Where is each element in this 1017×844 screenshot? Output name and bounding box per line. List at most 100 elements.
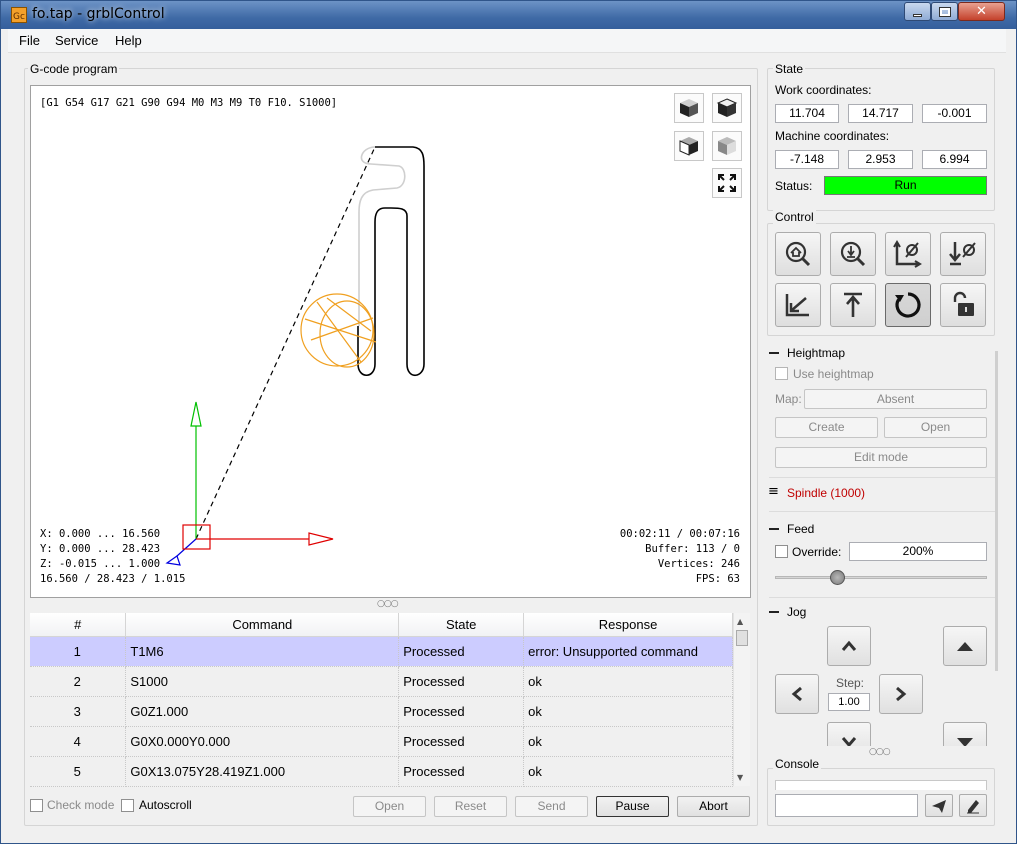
maximize-button[interactable] bbox=[931, 2, 958, 21]
row-command[interactable]: S1000 bbox=[125, 666, 400, 697]
feed-title[interactable]: Feed bbox=[787, 522, 814, 536]
scroll-up-icon[interactable]: ▲ bbox=[737, 617, 743, 626]
console-send-button[interactable] bbox=[925, 794, 953, 817]
console-input[interactable] bbox=[775, 794, 918, 817]
jog-x-plus-button[interactable] bbox=[879, 674, 923, 714]
row-num: 2 bbox=[30, 666, 127, 697]
zero-z-icon bbox=[949, 242, 976, 266]
table-row[interactable]: 3 G0Z1.000 Processed ok bbox=[30, 696, 733, 727]
jog-y-minus-button[interactable] bbox=[827, 722, 871, 746]
unlock-button[interactable] bbox=[940, 283, 986, 327]
row-num: 1 bbox=[30, 636, 127, 667]
open-button[interactable]: Open bbox=[353, 796, 426, 817]
reset-icon bbox=[895, 292, 921, 318]
splitter-handle[interactable]: ○○○ bbox=[377, 599, 399, 609]
table-row[interactable]: 5 G0X13.075Y28.419Z1.000 Processed ok bbox=[30, 756, 733, 787]
probe-z-button[interactable] bbox=[830, 232, 876, 276]
create-heightmap-button[interactable]: Create bbox=[775, 417, 878, 438]
table-row[interactable]: 4 G0X0.000Y0.000 Processed ok bbox=[30, 726, 733, 757]
home-button[interactable] bbox=[775, 232, 821, 276]
col-header-state[interactable]: State bbox=[398, 613, 525, 637]
z-axis-arrow bbox=[165, 555, 181, 566]
toolpath-canvas bbox=[165, 146, 425, 566]
row-num: 3 bbox=[30, 696, 127, 727]
safe-z-button[interactable] bbox=[830, 283, 876, 327]
row-state: Processed bbox=[398, 726, 525, 757]
reset-button-control[interactable] bbox=[885, 283, 931, 327]
jog-x-minus-button[interactable] bbox=[775, 674, 819, 714]
spindle-title[interactable]: Spindle (1000) bbox=[787, 486, 865, 500]
scroll-down-icon[interactable]: ▼ bbox=[737, 773, 743, 782]
open-heightmap-button[interactable]: Open bbox=[884, 417, 987, 438]
col-header-command[interactable]: Command bbox=[125, 613, 400, 637]
title-bar[interactable]: Gc fo.tap - grblControl ✕ bbox=[1, 1, 1016, 29]
feed-slider-track[interactable] bbox=[775, 576, 987, 579]
step-value-field[interactable]: 1.00 bbox=[828, 693, 870, 711]
heightmap-title[interactable]: Heightmap bbox=[787, 346, 845, 360]
window-title: fo.tap - grblControl bbox=[32, 6, 165, 22]
menu-service[interactable]: Service bbox=[55, 33, 98, 48]
fit-view-icon[interactable] bbox=[712, 168, 742, 198]
check-mode-label: Check mode bbox=[47, 798, 115, 812]
row-command[interactable]: G0Z1.000 bbox=[125, 696, 400, 727]
pause-button[interactable]: Pause bbox=[596, 796, 669, 817]
menu-file[interactable]: File bbox=[19, 33, 40, 48]
table-row[interactable]: 1 T1M6 Processed error: Unsupported comm… bbox=[30, 636, 733, 667]
machine-z-field: 6.994 bbox=[922, 150, 987, 169]
left-view-icon[interactable] bbox=[712, 131, 742, 161]
table-scrollbar[interactable]: ▲ ▼ bbox=[733, 613, 750, 786]
check-mode-checkbox[interactable] bbox=[30, 799, 43, 812]
minimize-button[interactable] bbox=[904, 2, 931, 21]
return-xy-button[interactable] bbox=[775, 283, 821, 327]
feed-collapse-icon[interactable] bbox=[769, 528, 779, 530]
jog-z-plus-button[interactable] bbox=[943, 626, 987, 666]
chevron-down-icon bbox=[841, 737, 857, 746]
spindle-expand-icon[interactable]: ≡ bbox=[768, 485, 779, 498]
heightmap-collapse-icon[interactable] bbox=[769, 352, 779, 354]
machine-y-field: 2.953 bbox=[848, 150, 913, 169]
abort-button[interactable]: Abort bbox=[677, 796, 750, 817]
console-output[interactable] bbox=[775, 780, 987, 790]
override-label: Override: bbox=[792, 545, 842, 559]
divider bbox=[769, 511, 995, 512]
gcode-visualizer[interactable]: [G1 G54 G17 G21 G90 G94 M0 M3 M9 T0 F10.… bbox=[30, 85, 751, 598]
reset-button[interactable]: Reset bbox=[434, 796, 507, 817]
use-heightmap-checkbox[interactable] bbox=[775, 367, 788, 380]
close-button[interactable]: ✕ bbox=[958, 2, 1005, 21]
row-state: Processed bbox=[398, 666, 525, 697]
jog-z-minus-button[interactable] bbox=[943, 722, 987, 746]
col-header-num[interactable]: # bbox=[30, 613, 127, 637]
edit-mode-button[interactable]: Edit mode bbox=[775, 447, 987, 468]
override-value-field[interactable]: 200% bbox=[849, 542, 987, 561]
right-splitter-handle[interactable]: ○○○ bbox=[869, 747, 891, 757]
menu-help[interactable]: Help bbox=[115, 33, 142, 48]
feed-slider-thumb[interactable] bbox=[830, 570, 846, 585]
vertices-stat: Vertices: 246 bbox=[657, 558, 740, 570]
override-checkbox[interactable] bbox=[775, 545, 788, 558]
clear-icon bbox=[967, 800, 979, 814]
front-view-icon[interactable] bbox=[674, 131, 704, 161]
grbl-app-icon: Gc bbox=[11, 7, 27, 23]
minimize-icon bbox=[913, 13, 922, 17]
top-view-icon[interactable] bbox=[712, 93, 742, 123]
jog-y-plus-button[interactable] bbox=[827, 626, 871, 666]
panel-scrollbar[interactable] bbox=[995, 351, 998, 671]
zero-z-button[interactable] bbox=[940, 232, 986, 276]
autoscroll-checkbox[interactable] bbox=[121, 799, 134, 812]
table-row[interactable]: 2 S1000 Processed ok bbox=[30, 666, 733, 697]
bounds-z: Z: -0.015 ... 1.000 bbox=[40, 558, 161, 570]
row-command[interactable]: G0X0.000Y0.000 bbox=[125, 726, 400, 757]
console-clear-button[interactable] bbox=[959, 794, 987, 817]
row-command[interactable]: T1M6 bbox=[125, 636, 400, 667]
tool-model bbox=[300, 293, 377, 368]
row-num: 4 bbox=[30, 726, 127, 757]
zero-xy-button[interactable] bbox=[885, 232, 931, 276]
jog-collapse-icon[interactable] bbox=[769, 611, 779, 613]
send-button[interactable]: Send bbox=[515, 796, 588, 817]
row-command[interactable]: G0X13.075Y28.419Z1.000 bbox=[125, 756, 400, 787]
row-state: Processed bbox=[398, 696, 525, 727]
iso-view-icon[interactable] bbox=[674, 93, 704, 123]
jog-title[interactable]: Jog bbox=[787, 605, 806, 619]
col-header-response[interactable]: Response bbox=[523, 613, 733, 637]
scroll-thumb[interactable] bbox=[736, 630, 748, 646]
